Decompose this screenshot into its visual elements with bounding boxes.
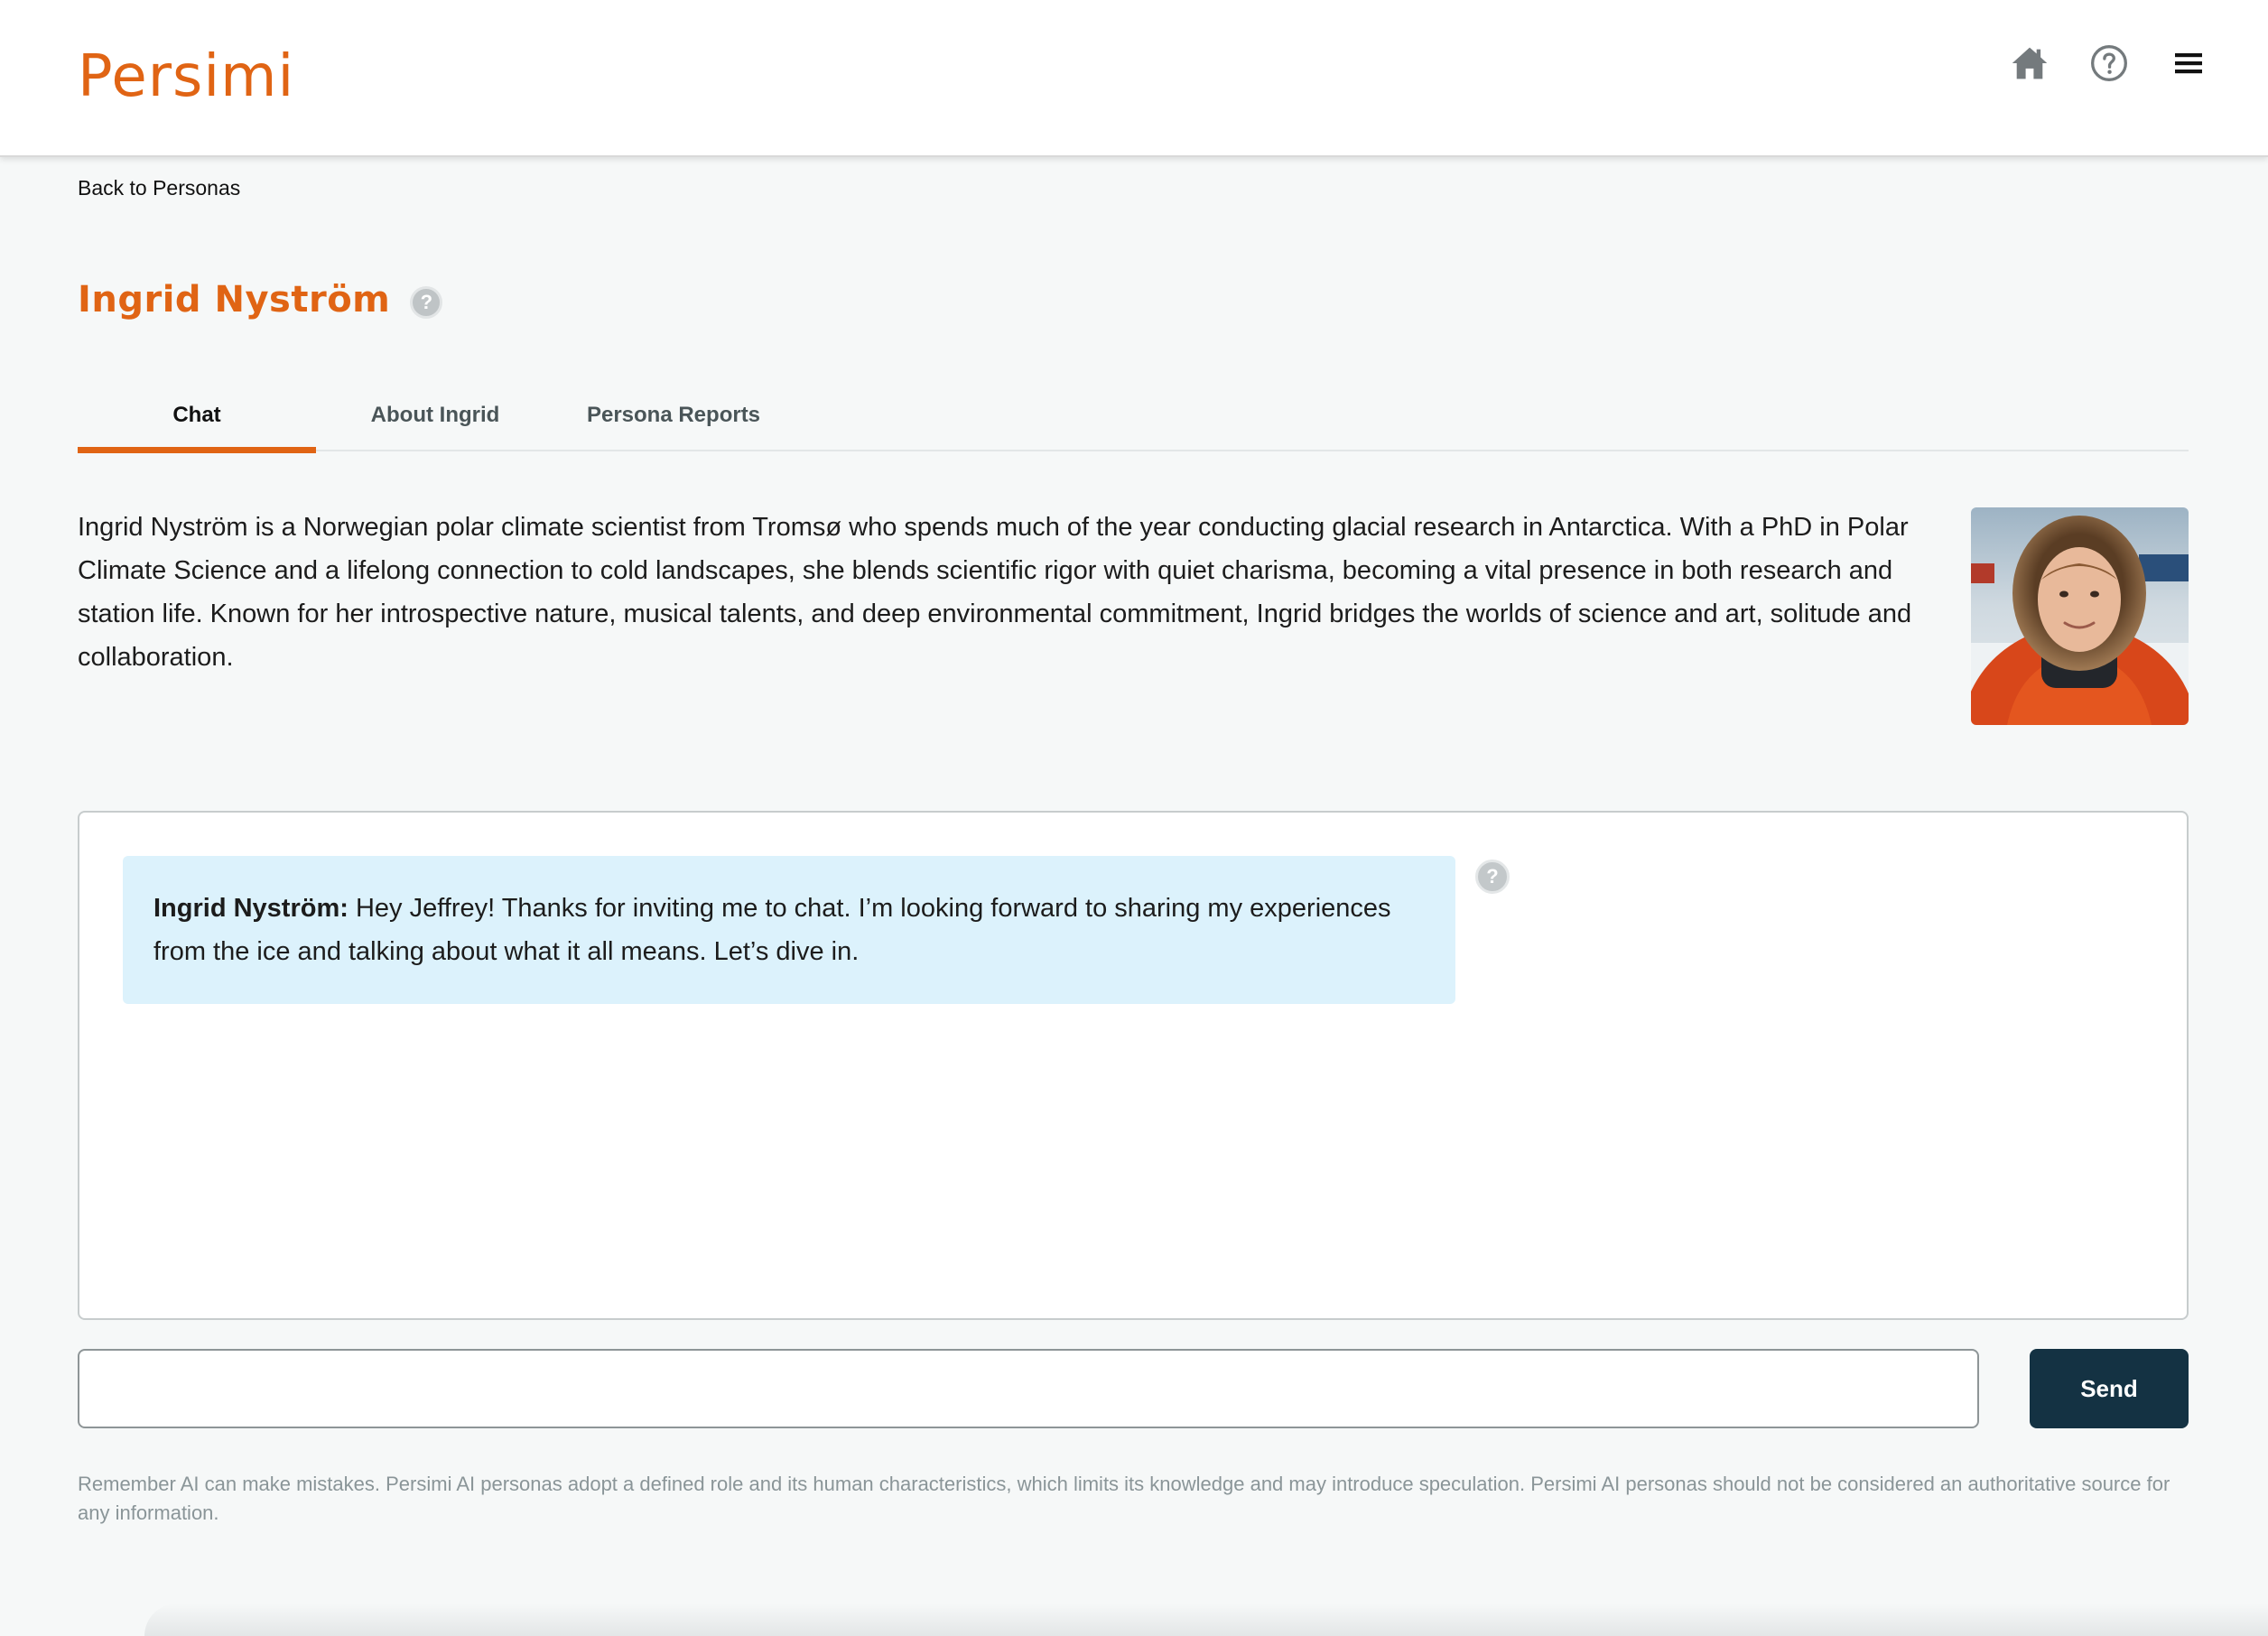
- bottom-shadow: [144, 1603, 2268, 1636]
- persona-help-icon[interactable]: ?: [410, 286, 443, 319]
- header-icons: [1972, 42, 2210, 85]
- chat-input[interactable]: [78, 1349, 1979, 1428]
- tab-persona-reports[interactable]: Persona Reports: [554, 379, 793, 451]
- page-title: Ingrid Nyström: [78, 279, 391, 321]
- avatar: [1971, 507, 2189, 725]
- chat-transcript[interactable]: Ingrid Nyström: Hey Jeffrey! Thanks for …: [78, 811, 2189, 1320]
- brand-logo[interactable]: Persimi: [78, 36, 294, 117]
- menu-icon[interactable]: [2167, 42, 2210, 85]
- chat-message: Ingrid Nyström: Hey Jeffrey! Thanks for …: [123, 856, 1455, 1004]
- tab-chat[interactable]: Chat: [78, 379, 316, 453]
- message-help-icon[interactable]: ?: [1475, 860, 1510, 894]
- top-bar: Persimi: [0, 0, 2268, 157]
- persona-tabs: Chat About Ingrid Persona Reports: [78, 379, 2189, 453]
- tab-about[interactable]: About Ingrid: [316, 379, 554, 451]
- persona-description: Ingrid Nyström is a Norwegian polar clim…: [78, 513, 1912, 672]
- back-to-personas-link[interactable]: Back to Personas: [78, 173, 240, 202]
- message-speaker: Ingrid Nyström:: [153, 894, 349, 923]
- ai-disclaimer: Remember AI can make mistakes. Persimi A…: [78, 1473, 2170, 1524]
- persona-title-row: Ingrid Nyström ?: [78, 273, 443, 327]
- send-button[interactable]: Send: [2030, 1349, 2189, 1428]
- help-icon[interactable]: [2087, 42, 2131, 85]
- home-icon[interactable]: [2008, 42, 2051, 85]
